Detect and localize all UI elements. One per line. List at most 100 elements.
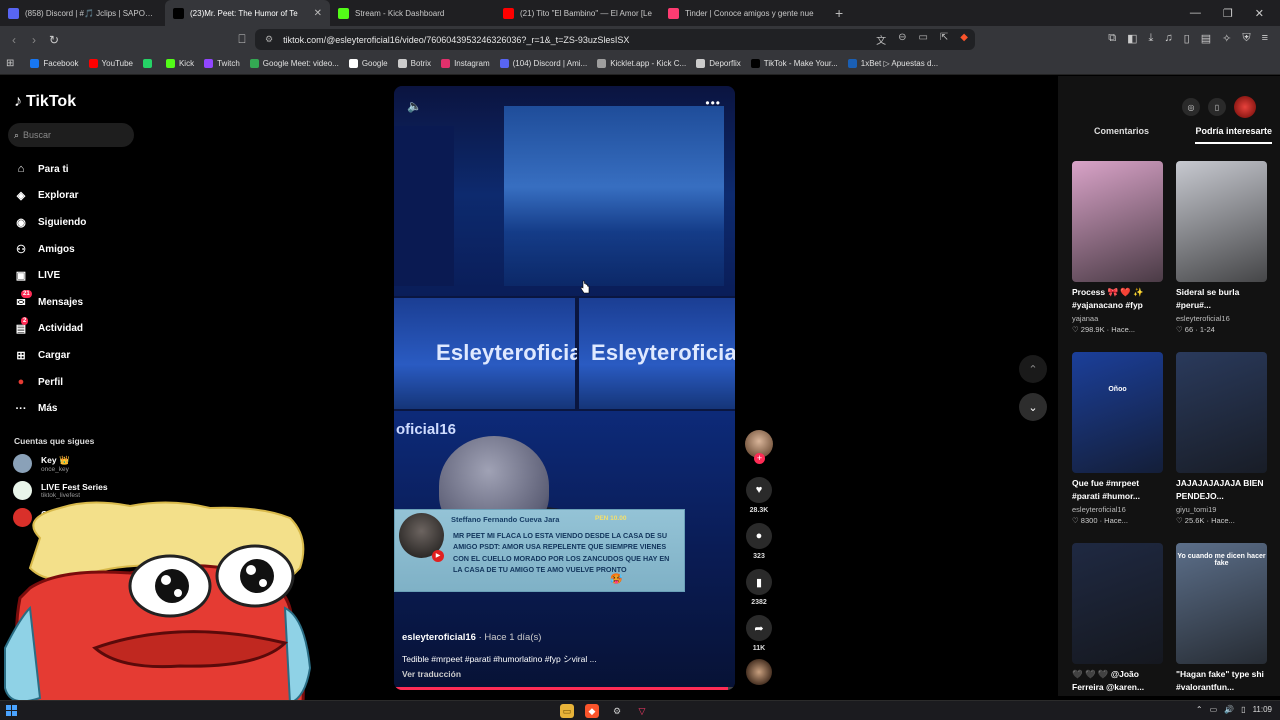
bookmark-item[interactable]: YouTube (88, 59, 133, 68)
author-avatar[interactable]: + (745, 430, 773, 464)
zoom-icon[interactable]: ⊖ (898, 32, 906, 47)
recommended-video-card[interactable]: 🖤 🖤 🖤 @João Ferreira @karen... (1072, 543, 1163, 693)
new-tab-button[interactable]: + (825, 5, 853, 21)
video-thumbnail[interactable]: Yo cuando me dicen hacer fake (1176, 543, 1267, 664)
recommended-video-card[interactable]: JAJAJAJAJAJA BIEN PENDEJO... giyu_tomi19 ♡… (1176, 352, 1267, 525)
windows-start-icon[interactable] (6, 705, 17, 716)
tab-interesting[interactable]: Podría interesarte (1195, 126, 1272, 144)
settings-icon[interactable]: ⚙ (610, 704, 624, 718)
nav-item-live[interactable]: ▣ LIVE (14, 262, 86, 289)
brave-shield-icon[interactable]: ◆ (960, 32, 968, 47)
browser-tab[interactable]: Tinder | Conoce amigos y gente nue (660, 0, 825, 26)
recommended-video-card[interactable]: Process 🎀 ❤️ ✨ #yajanacano #fyp yajanaa ♡ … (1072, 161, 1163, 334)
clock[interactable]: 11:09 (1253, 705, 1272, 714)
display-icon[interactable]: ▭ (1210, 705, 1218, 714)
site-settings-icon[interactable]: ⚙ (265, 34, 273, 45)
reload-icon[interactable]: ↻ (44, 33, 64, 47)
recommended-video-card[interactable]: Yo cuando me dicen hacer fake "Hagan fake… (1176, 543, 1267, 693)
bookmark-item[interactable]: (104) Discord | Ami... (499, 59, 587, 68)
back-icon[interactable]: ‹ (4, 33, 24, 47)
volume-icon[interactable]: 🔈 (407, 99, 422, 113)
card-author[interactable]: esleyteroficial16 (1072, 505, 1163, 514)
close-window-icon[interactable]: ✕ (1255, 7, 1264, 20)
valorant-icon[interactable]: ▽ (635, 704, 649, 718)
bookmark-item[interactable]: Deporflix (696, 59, 741, 68)
recommended-video-card[interactable]: Oñoo Que fue #mrpeet #parati #humor... esl… (1072, 352, 1163, 525)
coin-icon[interactable]: ◎ (1182, 98, 1200, 116)
panel-icon[interactable]: ▯ (1184, 32, 1190, 45)
bookmark-item[interactable] (142, 59, 156, 68)
menu-icon[interactable]: ≡ (1262, 32, 1268, 45)
save-icon[interactable]: ▮ (746, 569, 772, 595)
download-icon[interactable]: ⤓ (1149, 32, 1154, 45)
tray-chevron-icon[interactable]: ⌃ (1196, 705, 1203, 714)
video-progress-bar[interactable] (394, 687, 735, 690)
video-author[interactable]: esleyteroficial16 · Hace 1 día(s) (402, 632, 541, 643)
video-player[interactable]: Esleyteroficial16 Esleyteroficial1 ofici… (394, 86, 735, 690)
sidebar-toggle-icon[interactable]: ◧ (1127, 32, 1137, 45)
close-tab-icon[interactable]: ✕ (314, 8, 322, 19)
share-icon[interactable]: ⇱ (940, 32, 948, 47)
search-input[interactable]: ⌕ Buscar (8, 123, 134, 147)
video-thumbnail[interactable] (1176, 352, 1267, 473)
cast-icon[interactable]: ▭ (918, 32, 927, 47)
phone-icon[interactable]: ▯ (1208, 98, 1226, 116)
volume-tray-icon[interactable]: 🔊 (1224, 705, 1234, 714)
tiktok-logo[interactable]: ♪ TikTok (14, 93, 76, 111)
bookmark-icon[interactable]: ⎕ (232, 32, 252, 47)
bookmark-item[interactable]: Botrix (397, 59, 431, 68)
browser-tab[interactable]: (858) Discord | #🎵 Jclips | SAPOLIO (0, 0, 165, 26)
card-author[interactable]: giyu_tomi19 (1176, 505, 1267, 514)
video-thumbnail[interactable] (1072, 161, 1163, 282)
tab-comments[interactable]: Comentarios (1072, 126, 1149, 144)
nav-item-siguiendo[interactable]: ◉ Siguiendo (14, 209, 86, 236)
translate-icon[interactable]: 文 (876, 32, 886, 47)
video-caption[interactable]: Tedible #mrpeet #parati #humorlatino #fy… (402, 653, 597, 665)
more-options-icon[interactable]: ••• (705, 96, 721, 110)
bookmark-item[interactable]: Kick (165, 59, 194, 68)
ai-icon[interactable]: ✧ (1222, 32, 1231, 45)
nav-item-amigos[interactable]: ⚇ Amigos (14, 236, 86, 263)
card-author[interactable]: esleyteroficial16 (1176, 314, 1267, 323)
url-field[interactable]: ⚙ tiktok.com/@esleyteroficial16/video/76… (255, 29, 975, 50)
nav-item-ms[interactable]: ··· Más (14, 395, 86, 422)
apps-icon[interactable]: ⊞ (6, 58, 14, 69)
wallet-icon[interactable]: ▤ (1201, 32, 1211, 45)
nav-item-cargar[interactable]: ⊞ Cargar (14, 342, 86, 369)
restore-icon[interactable]: ❐ (1223, 7, 1233, 20)
follow-plus-icon[interactable]: + (754, 453, 765, 464)
user-avatar[interactable] (1234, 96, 1256, 118)
bookmark-item[interactable]: Kicklet.app - Kick C... (597, 59, 686, 68)
vpn-icon[interactable]: ⛨ (1242, 32, 1250, 45)
video-thumbnail[interactable] (1176, 161, 1267, 282)
music-disc-icon[interactable] (746, 659, 772, 685)
video-thumbnail[interactable]: Oñoo (1072, 352, 1163, 473)
browser-tab[interactable]: Stream - Kick Dashboard (330, 0, 495, 26)
file-explorer-icon[interactable]: ▭ (560, 704, 574, 718)
bookmark-item[interactable]: Instagram (441, 59, 490, 68)
battery-icon[interactable]: ▯ (1241, 705, 1245, 714)
bookmark-item[interactable]: Google Meet: video... (249, 59, 339, 68)
share-arrow-icon[interactable]: ➦ (746, 615, 772, 641)
chevron-down-icon[interactable]: ⌄ (1019, 393, 1047, 421)
chevron-up-icon[interactable]: ⌃ (1019, 355, 1047, 383)
nav-item-explorar[interactable]: ◈ Explorar (14, 183, 86, 210)
nav-item-parati[interactable]: ⌂ Para ti (14, 156, 86, 183)
bookmark-item[interactable]: TikTok - Make Your... (750, 59, 838, 68)
card-author[interactable]: yajanaa (1072, 314, 1163, 323)
browser-tab[interactable]: (21) Tito "El Bambino" — El Amor [Le (495, 0, 660, 26)
brave-browser-icon[interactable]: ◆ (585, 704, 599, 718)
comment-icon[interactable]: ● (746, 523, 772, 549)
forward-icon[interactable]: › (24, 33, 44, 47)
bookmark-item[interactable]: Google (348, 59, 388, 68)
following-account[interactable]: Key 👑 once_key (13, 454, 70, 473)
minimize-icon[interactable]: — (1190, 7, 1201, 20)
media-icon[interactable]: ♫ (1164, 32, 1172, 45)
browser-tab[interactable]: (23)Mr. Peet: The Humor of Te ✕ (165, 0, 330, 26)
like-icon[interactable]: ♥ (746, 477, 772, 503)
translate-link[interactable]: Ver traducción (402, 669, 461, 679)
nav-item-mensajes[interactable]: ✉ 21 Mensajes (14, 289, 86, 316)
bookmark-item[interactable]: Facebook (30, 59, 79, 68)
nav-item-actividad[interactable]: ▤ 2 Actividad (14, 316, 86, 343)
nav-item-perfil[interactable]: ● Perfil (14, 369, 86, 396)
